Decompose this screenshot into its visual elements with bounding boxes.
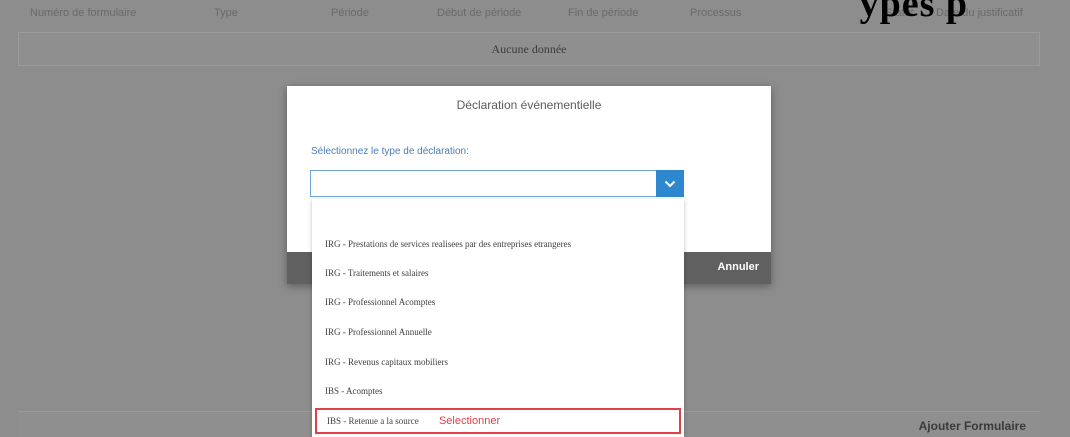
dropdown-option[interactable]: IBS - Acomptes bbox=[325, 386, 383, 396]
column-header-type: Type bbox=[214, 7, 238, 19]
column-header-periode: Période bbox=[331, 7, 369, 19]
dropdown-option[interactable]: IRG - Traitements et salaires bbox=[325, 268, 428, 278]
declaration-type-select[interactable] bbox=[310, 170, 684, 197]
select-hint-annotation: Selectionner bbox=[438, 415, 501, 427]
dropdown-option[interactable]: IRG - Prestations de services realisees … bbox=[325, 239, 571, 249]
select-toggle-button[interactable] bbox=[656, 170, 684, 197]
empty-table-row: Aucune donnée bbox=[18, 32, 1040, 66]
column-header-processus: Processus bbox=[690, 7, 742, 19]
overlay-heading-fragment: ypes p bbox=[859, 0, 968, 25]
cancel-button[interactable]: Annuler bbox=[717, 261, 759, 273]
column-header-numero: Numéro de formulaire bbox=[30, 7, 137, 19]
dropdown-option[interactable]: IRG - Revenus capitaux mobiliers bbox=[325, 357, 448, 367]
chevron-down-icon bbox=[664, 180, 676, 187]
dropdown-option[interactable]: IRG - Professionnel Acomptes bbox=[325, 297, 435, 307]
dropdown-option[interactable]: IRG - Professionnel Annuelle bbox=[325, 327, 432, 337]
modal-title: Déclaration événementielle bbox=[456, 98, 602, 112]
dropdown-option-highlighted[interactable]: IBS - Retenue a la source Selectionner bbox=[315, 408, 681, 434]
table-header: Numéro de formulaire Type Période Début … bbox=[0, 0, 1070, 26]
column-header-debut: Début de période bbox=[437, 7, 522, 19]
add-form-button[interactable]: Ajouter Formulaire bbox=[919, 419, 1026, 433]
column-header-fin: Fin de période bbox=[568, 7, 639, 19]
option-label: IBS - Retenue a la source bbox=[327, 416, 419, 426]
declaration-type-dropdown: IRG - Prestations de services realisees … bbox=[312, 199, 684, 437]
declaration-type-label: Sélectionnez le type de déclaration: bbox=[311, 146, 469, 157]
